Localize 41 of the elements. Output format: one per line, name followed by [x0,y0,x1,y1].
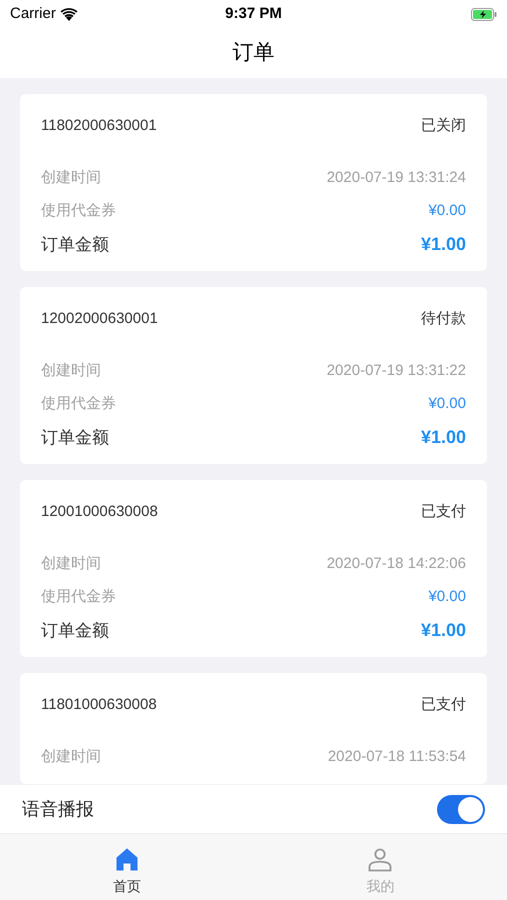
tab-item[interactable]: 首页 [0,834,254,900]
battery-icon [471,8,497,20]
order-number: 12002000630001 [41,308,158,329]
row-value: ¥1.00 [420,426,466,449]
order-number: 11802000630001 [41,116,157,136]
order-card[interactable]: 11802000630001 已关闭 创建时间 2020-07-19 13:31:24 使用代金券 ¥0.00 订单金额 ¥1.00 [20,94,487,271]
row-value: 2020-07-19 13:31:22 [326,361,466,382]
page-title: 订单 [232,40,274,66]
voice-toggle[interactable] [437,794,485,824]
row-label: 创建时间 [41,361,101,382]
row-label: 使用代金券 [41,201,116,222]
order-status: 已关闭 [421,116,466,136]
row-label: 创建时间 [41,168,101,188]
order-status: 待付款 [421,308,466,329]
voice-broadcast-label: 语音播报 [22,798,94,820]
order-number: 11801000630008 [41,694,157,715]
row-label: 使用代金券 [41,587,116,608]
order-card[interactable]: 12001000630008 已支付 创建时间 2020-07-18 14:22:06 使用代金券 ¥0.00 订单金额 ¥1.00 [20,480,487,657]
order-status: 已支付 [421,694,466,715]
row-value: 2020-07-19 13:31:24 [326,168,466,188]
row-value: ¥0.00 [428,394,466,414]
row-value: ¥0.00 [428,587,466,608]
order-card[interactable]: 11801000630008 已支付 创建时间 2020-07-18 11:53:54 [20,673,487,784]
row-value: 2020-07-18 14:22:06 [326,554,466,574]
person-icon [366,846,394,874]
row-value: ¥0.00 [428,201,466,222]
row-label: 订单金额 [41,234,109,256]
carrier-text: Carrier [10,4,56,24]
row-label: 订单金额 [41,426,109,449]
row-label: 使用代金券 [41,394,116,414]
order-number: 12001000630008 [41,502,158,522]
row-label: 创建时间 [41,747,101,768]
row-label: 创建时间 [41,554,101,574]
row-value: ¥1.00 [420,619,466,642]
wifi-icon [60,8,78,20]
order-card[interactable]: 12002000630001 待付款 创建时间 2020-07-19 13:31:22 使用代金券 ¥0.00 订单金额 ¥1.00 [20,287,487,464]
row-value: ¥1.00 [420,233,466,256]
row-value: 2020-07-18 11:53:54 [328,747,466,768]
clock-text: 9:37 PM [225,4,282,24]
row-label: 订单金额 [41,620,109,642]
order-status: 已支付 [421,502,466,522]
